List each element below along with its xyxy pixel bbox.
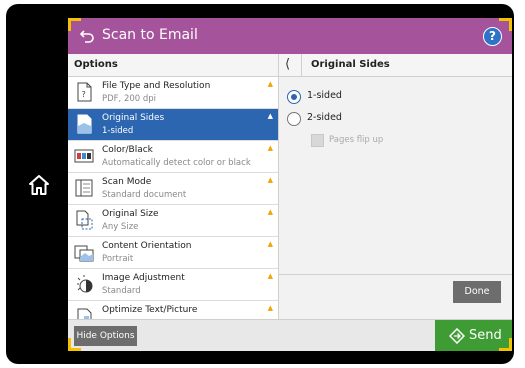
option-label: Scan Mode [102,177,152,187]
original-size-icon [76,210,93,230]
options-panel: Options ? File Type and Resolution PDF, … [68,54,279,319]
option-label: File Type and Resolution [102,81,211,91]
corner-marker [68,338,81,351]
pages-flip-up-checkbox [311,134,324,147]
option-image-adjustment[interactable]: Image Adjustment Standard ▲ [68,269,278,301]
page-title: Scan to Email [102,27,198,43]
option-label: Color/Black [102,145,153,155]
done-button[interactable]: Done [453,281,501,303]
color-black-icon [74,149,94,163]
option-value: Standard [102,286,141,296]
option-optimize-text-picture[interactable]: Optimize Text/Picture ▲ [68,301,278,319]
option-value: Automatically detect color or black [102,158,251,168]
scan-mode-icon [75,179,93,197]
hide-options-button[interactable]: Hide Options [74,326,137,346]
option-2-sided-label: 2-sided [307,112,342,123]
option-content-orientation[interactable]: Content Orientation Portrait ▲ [68,237,278,269]
corner-marker [68,18,81,31]
warning-icon: ▲ [267,80,273,88]
option-value: PDF, 200 dpi [102,94,157,104]
warning-icon: ▲ [267,208,273,216]
orientation-icon [74,245,94,262]
title-bar: Scan to Email ? [68,18,512,54]
option-1-sided-label: 1-sided [307,90,342,101]
option-file-type[interactable]: ? File Type and Resolution PDF, 200 dpi … [68,77,278,109]
option-label: Original Size [102,209,159,219]
panel-divider [279,274,512,275]
detail-title: Original Sides [311,59,390,70]
control-panel-screen: Scan to Email ? Options ? File Type and … [68,18,512,351]
send-label: Send [469,328,502,343]
home-icon[interactable] [28,174,50,196]
option-value: Portrait [102,254,134,264]
option-color-black[interactable]: Color/Black Automatically detect color o… [68,141,278,173]
option-label: Optimize Text/Picture [102,305,198,315]
file-type-icon: ? [77,82,92,102]
radio-1-sided[interactable] [287,90,301,104]
option-value: Standard document [102,190,187,200]
header-divider [301,54,302,76]
detail-header: ⟨ Original Sides [279,54,512,77]
optimize-icon [77,308,92,319]
option-original-size[interactable]: Original Size Any Size ▲ [68,205,278,237]
chevron-left-icon[interactable]: ⟨ [285,57,290,72]
option-value: Any Size [102,222,139,232]
pages-flip-up-label: Pages flip up [329,135,384,145]
warning-icon: ▲ [267,176,273,184]
corner-marker [499,18,512,31]
warning-icon: ▲ [267,112,273,120]
option-scan-mode[interactable]: Scan Mode Standard document ▲ [68,173,278,205]
warning-icon: ▲ [267,144,273,152]
svg-text:?: ? [82,90,86,99]
send-icon [449,328,465,344]
image-adjustment-icon [77,275,93,293]
option-label: Content Orientation [102,241,192,251]
option-value: 1-sided [102,126,134,136]
bottom-bar: Hide Options Send [68,319,512,351]
detail-panel: ⟨ Original Sides 1-sided 2-sided Pages f… [279,54,512,319]
warning-icon: ▲ [267,240,273,248]
help-icon: ? [489,29,496,43]
option-label: Original Sides [102,113,165,123]
radio-2-sided[interactable] [287,112,301,126]
options-header: Options [68,54,278,77]
option-label: Image Adjustment [102,273,185,283]
warning-icon: ▲ [267,304,273,312]
warning-icon: ▲ [267,272,273,280]
original-sides-icon [77,114,92,134]
corner-marker [499,338,512,351]
option-original-sides[interactable]: Original Sides 1-sided ▲ [68,109,278,141]
